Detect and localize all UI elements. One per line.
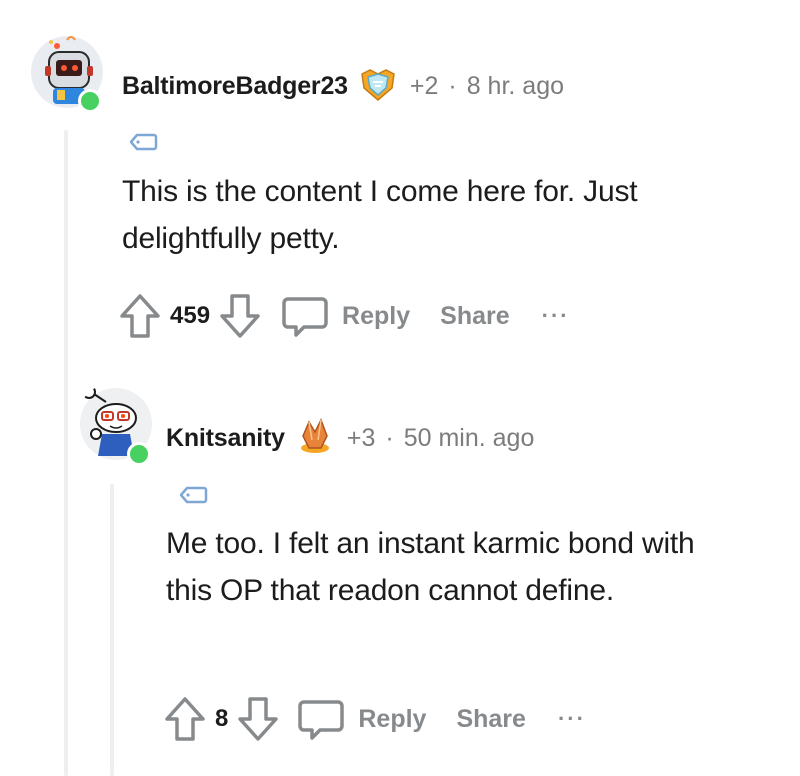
share-label: Share — [440, 301, 510, 330]
comment-meta: Knitsanity +3 · 50 min. ago — [166, 416, 534, 461]
separator-dot: · — [448, 72, 457, 100]
more-options-button[interactable]: ··· — [542, 303, 570, 329]
karma-score: +2 — [409, 72, 439, 100]
online-status-dot — [78, 89, 102, 113]
more-options-button[interactable]: ··· — [558, 706, 586, 732]
share-label: Share — [456, 704, 526, 733]
thread-line-root[interactable] — [64, 130, 68, 776]
share-button[interactable]: Share — [456, 705, 525, 734]
share-button[interactable]: Share — [440, 302, 509, 331]
online-status-dot — [127, 442, 151, 466]
username[interactable]: Knitsanity — [166, 424, 285, 453]
comment-actions: 459 Reply Share ··· — [118, 292, 570, 340]
downvote-arrow-icon — [238, 697, 279, 741]
downvote-arrow-icon — [220, 294, 260, 338]
vote-count: 459 — [170, 302, 211, 329]
thread-line-reply[interactable] — [110, 484, 114, 776]
more-options-icon: ··· — [557, 706, 586, 731]
timestamp[interactable]: 8 hr. ago — [467, 72, 564, 101]
comment-body: Me too. I felt an instant karmic bond wi… — [166, 527, 695, 607]
vote-count: 8 — [215, 705, 229, 732]
comment-meta: BaltimoreBadger23 +2 · 8 hr. ago — [122, 64, 564, 109]
upvote-button[interactable] — [118, 292, 162, 340]
downvote-button[interactable] — [236, 695, 280, 743]
downvote-button[interactable] — [218, 292, 262, 340]
username[interactable]: BaltimoreBadger23 — [122, 72, 348, 101]
shield-award-icon[interactable] — [358, 64, 398, 109]
reply-label: Reply — [342, 301, 411, 330]
comment-bubble-icon — [298, 700, 345, 740]
reply-label: Reply — [358, 704, 427, 733]
upvote-arrow-icon — [120, 294, 160, 338]
reply-button[interactable]: Reply — [282, 293, 410, 339]
karma-score: +3 — [346, 424, 376, 452]
comment-body: This is the content I come here for. Jus… — [122, 175, 638, 255]
comment-actions: 8 Reply Share ··· — [163, 695, 586, 743]
crystal-award-icon[interactable] — [295, 416, 335, 461]
tag-icon[interactable] — [178, 485, 208, 505]
timestamp[interactable]: 50 min. ago — [404, 424, 535, 453]
upvote-arrow-icon — [165, 697, 205, 741]
upvote-button[interactable] — [163, 695, 207, 743]
more-options-icon: ··· — [541, 303, 570, 328]
tag-icon[interactable] — [128, 132, 158, 152]
reply-button[interactable]: Reply — [298, 696, 426, 742]
separator-dot: · — [385, 424, 394, 452]
comment-bubble-icon — [282, 297, 328, 337]
